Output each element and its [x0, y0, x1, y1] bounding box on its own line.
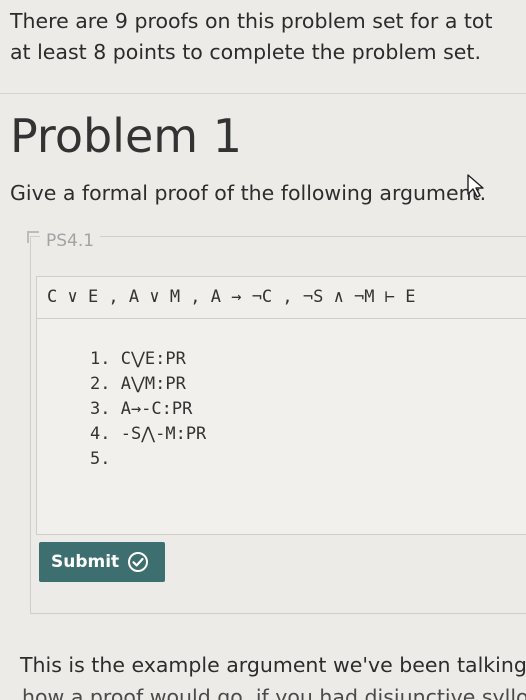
submit-button[interactable]: Submit: [39, 542, 165, 582]
proof-line[interactable]: 4. -S⋀-M:PR: [90, 422, 206, 447]
proof-line[interactable]: 2. A⋁M:PR: [90, 372, 206, 397]
check-circle-icon: [128, 552, 149, 572]
intro-line-2: at least 8 points to complete the proble…: [10, 40, 481, 64]
footer-line-2: how a proof would go, if you had disjunc…: [22, 685, 526, 700]
submit-label: Submit: [51, 552, 120, 572]
panel-corner: [27, 231, 39, 243]
intro-line-1: There are 9 proofs on this problem set f…: [10, 9, 493, 33]
argument-text: C ∨ E , A ∨ M , A → ¬C , ¬S ∧ ¬M ⊢ E: [47, 287, 416, 307]
problem-prompt: Give a formal proof of the following arg…: [10, 181, 487, 205]
footer-text-cut: how a proof would go, if you had disjunc…: [22, 684, 526, 700]
proof-line[interactable]: 1. C⋁E:PR: [90, 347, 206, 372]
problem-title: Problem 1: [10, 109, 242, 163]
problem-set-label: PS4.1: [40, 229, 101, 253]
mouse-pointer-icon: [467, 174, 484, 198]
footer-text: This is the example argument we've been …: [20, 653, 526, 677]
divider: [0, 93, 526, 94]
proof-line[interactable]: 5.: [90, 447, 206, 472]
proof-line[interactable]: 3. A→-C:PR: [90, 397, 206, 422]
intro-text: There are 9 proofs on this problem set f…: [10, 6, 526, 68]
proof-lines[interactable]: 1. C⋁E:PR 2. A⋁M:PR 3. A→-C:PR 4. -S⋀-M:…: [90, 347, 206, 472]
